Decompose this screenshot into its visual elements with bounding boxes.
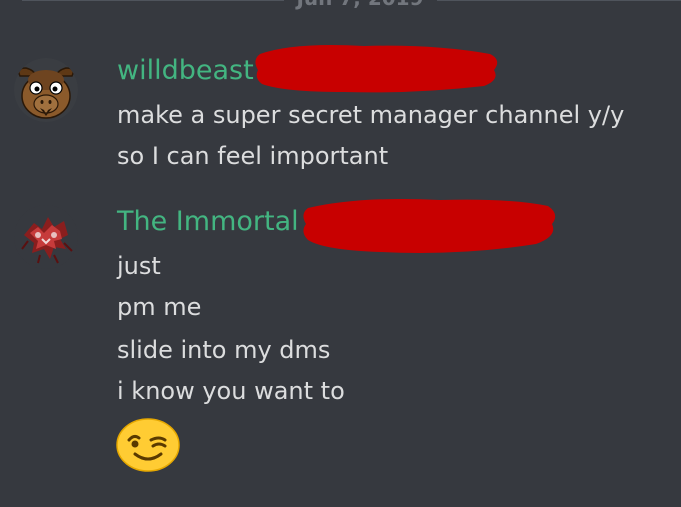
red-creature-avatar-icon[interactable]: [14, 205, 78, 269]
message-author-username[interactable]: willdbeast: [117, 57, 254, 84]
message-text: make a super secret manager channel y/y: [117, 101, 625, 129]
message-text: i know you want to: [117, 377, 345, 405]
cartoon-goat-avatar-icon[interactable]: [14, 58, 78, 122]
chat-messages-area: Jun 7, 2019 willdbeast m: [0, 0, 681, 507]
redaction-mark: [303, 199, 556, 253]
message-text: just: [117, 252, 161, 280]
message-text: slide into my dms: [117, 336, 331, 364]
message-text: so I can feel important: [117, 142, 389, 170]
date-divider-line-left: [22, 0, 284, 1]
message-author-username[interactable]: The Immortal: [117, 208, 299, 235]
date-divider-label: Jun 7, 2019: [290, 0, 430, 10]
message-text: pm me: [117, 293, 202, 321]
date-divider-line-right: [437, 0, 681, 1]
winking-face-emoji-icon[interactable]: [115, 418, 181, 472]
redaction-mark: [255, 45, 498, 93]
